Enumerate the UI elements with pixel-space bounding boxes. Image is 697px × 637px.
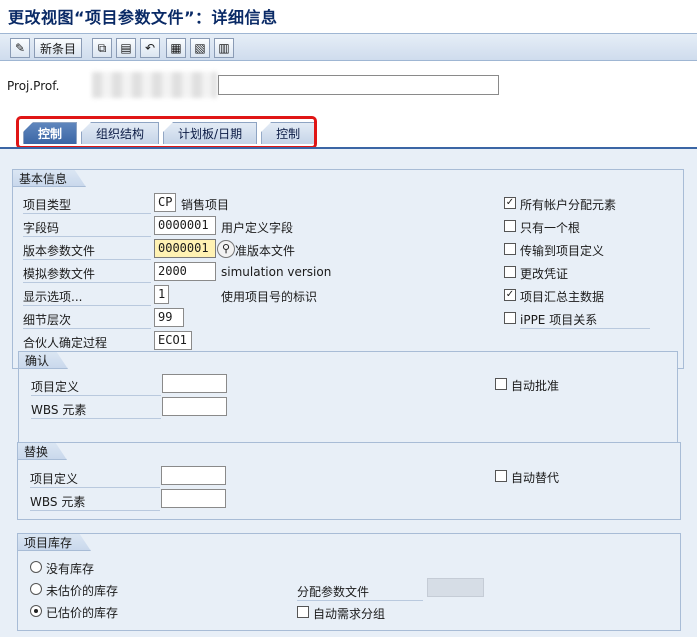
radio-non-valuated-stock-label: 未估价的库存 xyxy=(46,584,119,598)
subst-proj-def-label: 项目定义 xyxy=(30,470,160,488)
project-type-label: 项目类型 xyxy=(23,196,151,214)
radio-no-stock-label: 没有库存 xyxy=(46,562,95,576)
check-project-summary-label: 项目汇总主数据 xyxy=(520,290,605,304)
check-change-documents-label: 更改凭证 xyxy=(520,267,569,281)
basic-info-group: 基本信息 项目类型 CP 销售项目 字段码 0000001 用户定义字段 版本参… xyxy=(12,169,684,447)
deselect-icon[interactable]: ▥ xyxy=(214,38,234,58)
page-title: 更改视图“项目参数文件”：详细信息 xyxy=(8,8,278,27)
simulation-profile-label: 模拟参数文件 xyxy=(23,265,151,283)
project-stock-title: 项目库存 xyxy=(17,533,91,551)
subst-wbs-label: WBS 元素 xyxy=(30,493,160,511)
project-stock-group: 项目库存 没有库存 未估价的库存 已估价的库存 分配参数文件 自动需求分组 xyxy=(17,533,681,631)
check-ippe-relation-label: iPPE 项目关系 xyxy=(520,311,650,329)
check-ippe-relation[interactable] xyxy=(504,312,516,324)
field-key-desc: 用户定义字段 xyxy=(221,221,294,235)
alloc-profile-label: 分配参数文件 xyxy=(297,583,423,601)
select-block-icon[interactable]: ▧ xyxy=(190,38,210,58)
radio-valuated-stock[interactable] xyxy=(30,605,42,617)
display-options-field[interactable]: 1 xyxy=(154,285,169,304)
check-project-summary[interactable]: ✓ xyxy=(504,289,516,301)
partner-procedure-label: 合伙人确定过程 xyxy=(23,334,151,352)
project-type-desc: 销售项目 xyxy=(181,198,230,212)
confirm-wbs-field[interactable] xyxy=(162,397,227,416)
delete-icon[interactable]: ▤ xyxy=(116,38,136,58)
radio-valuated-stock-label: 已估价的库存 xyxy=(46,606,119,620)
application-toolbar: ✎ 新条目 ⧉ ▤ ↶ ▦ ▧ ▥ xyxy=(0,33,697,61)
check-all-acct-assignment-label: 所有帐户分配元素 xyxy=(520,198,617,212)
check-auto-req-grouping[interactable] xyxy=(297,606,309,618)
check-change-documents[interactable] xyxy=(504,266,516,278)
confirm-wbs-label: WBS 元素 xyxy=(31,401,161,419)
version-profile-label: 版本参数文件 xyxy=(23,242,151,260)
substitution-group: 替换 项目定义 WBS 元素 自动替代 xyxy=(17,442,681,520)
display-options-label: 显示选项... xyxy=(23,288,151,306)
copy-icon[interactable]: ⧉ xyxy=(92,38,112,58)
check-auto-req-grouping-label: 自动需求分组 xyxy=(313,607,386,621)
basic-info-title: 基本信息 xyxy=(12,169,86,187)
partner-procedure-field[interactable]: ECO1 xyxy=(154,331,192,350)
alloc-profile-field xyxy=(427,578,484,597)
check-auto-substitute-label: 自动替代 xyxy=(511,471,560,485)
check-auto-confirm[interactable] xyxy=(495,378,507,390)
version-profile-field[interactable]: 0000001 xyxy=(154,239,216,258)
confirm-proj-def-field[interactable] xyxy=(162,374,227,393)
subst-wbs-field[interactable] xyxy=(161,489,226,508)
undo-icon[interactable]: ↶ xyxy=(140,38,160,58)
proj-prof-label: Proj.Prof. xyxy=(7,79,60,93)
radio-no-stock[interactable] xyxy=(30,561,42,573)
check-all-acct-assignment[interactable]: ✓ xyxy=(504,197,516,209)
subst-proj-def-field[interactable] xyxy=(161,466,226,485)
display-options-desc: 使用项目号的标识 xyxy=(221,290,318,304)
search-help-icon[interactable]: ⚲ xyxy=(217,240,235,258)
new-entries-button[interactable]: 新条目 xyxy=(34,38,83,58)
field-key-label: 字段码 xyxy=(23,219,151,237)
simulation-profile-desc: simulation version xyxy=(221,265,332,279)
confirmation-group: 确认 项目定义 WBS 元素 自动批准 xyxy=(18,351,678,447)
tab-content-panel: 基本信息 项目类型 CP 销售项目 字段码 0000001 用户定义字段 版本参… xyxy=(0,147,697,637)
confirmation-title: 确认 xyxy=(18,351,68,369)
confirm-proj-def-label: 项目定义 xyxy=(31,378,161,396)
display-change-icon[interactable]: ✎ xyxy=(10,38,30,58)
substitution-title: 替换 xyxy=(17,442,67,460)
level-of-detail-field[interactable]: 99 xyxy=(154,308,184,327)
level-of-detail-label: 细节层次 xyxy=(23,311,151,329)
simulation-profile-field[interactable]: 2000 xyxy=(154,262,216,281)
radio-non-valuated-stock[interactable] xyxy=(30,583,42,595)
select-all-icon[interactable]: ▦ xyxy=(166,38,186,58)
project-type-field[interactable]: CP xyxy=(154,193,176,212)
redacted-value xyxy=(92,72,217,98)
check-transfer-to-proj-def[interactable] xyxy=(504,243,516,255)
tabs-highlight-box xyxy=(16,116,317,149)
check-only-one-root[interactable] xyxy=(504,220,516,232)
check-transfer-to-proj-def-label: 传输到项目定义 xyxy=(520,244,605,258)
check-only-one-root-label: 只有一个根 xyxy=(520,221,581,235)
field-key-field[interactable]: 0000001 xyxy=(154,216,216,235)
check-auto-confirm-label: 自动批准 xyxy=(511,379,560,393)
proj-prof-description-field[interactable] xyxy=(218,75,499,95)
version-profile-desc: 准版本文件 xyxy=(235,244,296,258)
check-auto-substitute[interactable] xyxy=(495,470,507,482)
